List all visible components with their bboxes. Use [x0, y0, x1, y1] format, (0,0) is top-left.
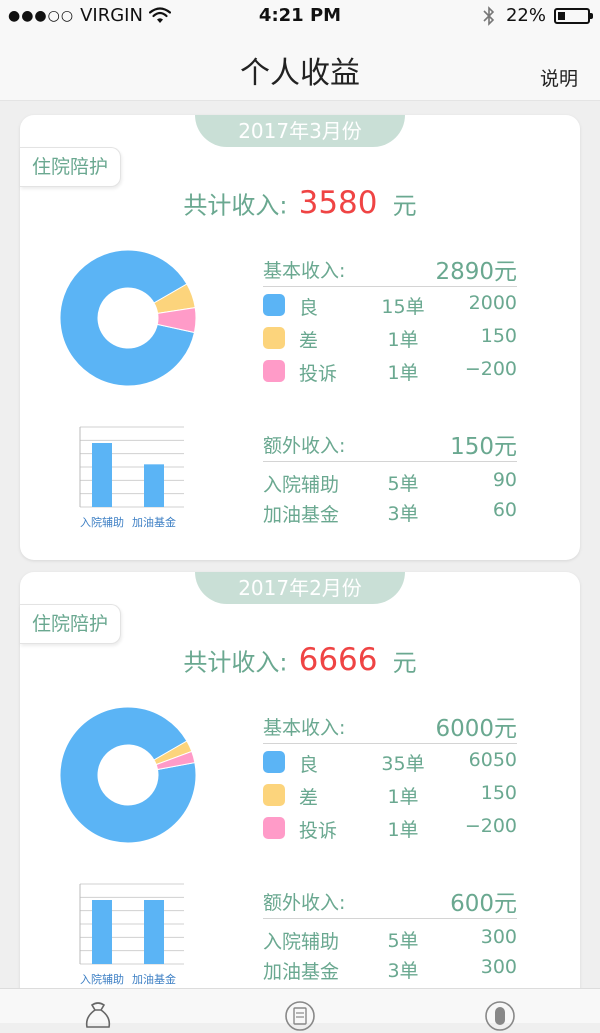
- total-income-value: 6666: [298, 642, 378, 678]
- complaint-swatch: [263, 360, 285, 382]
- extra-income-total: 150元: [450, 434, 517, 460]
- extra-income-total: 600元: [450, 891, 517, 917]
- good-swatch: [263, 751, 285, 773]
- basic-income-header: 基本收入: 6000元: [263, 707, 517, 744]
- basic-income-total: 2890元: [435, 259, 517, 285]
- income-card: 2017年2月份 住院陪护 共计收入: 6666 元 入院辅助 加油基金 基本收入…: [20, 572, 580, 1017]
- basic-income-header: 基本收入: 2890元: [263, 250, 517, 287]
- profile-icon[interactable]: [483, 999, 517, 1033]
- complaint-swatch: [263, 817, 285, 839]
- rating-row-good: 良 15单 2000: [263, 291, 517, 321]
- rating-label: 差: [299, 330, 319, 352]
- good-swatch: [263, 294, 285, 316]
- service-type-tag: 住院陪护: [20, 604, 121, 644]
- extra-income-header: 额外收入: 600元: [263, 882, 517, 919]
- bar-tick-label: 加油基金: [132, 515, 176, 529]
- order-count: 15单: [381, 296, 425, 318]
- basic-income-label: 基本收入:: [263, 260, 346, 282]
- amount: −200: [464, 815, 517, 837]
- basic-income-label: 基本收入:: [263, 717, 346, 739]
- total-income-label: 共计收入:: [183, 648, 288, 677]
- total-income-label: 共计收入:: [183, 191, 288, 220]
- clipboard-icon[interactable]: [283, 999, 317, 1033]
- amount: 60: [492, 499, 517, 521]
- total-income: 共计收入: 6666 元: [20, 642, 580, 678]
- rating-label: 投诉: [299, 363, 338, 385]
- rating-donut-chart: [60, 250, 196, 386]
- order-count: 5单: [387, 930, 419, 952]
- nav-bar: 个人收益 说明: [0, 34, 600, 101]
- order-count: 1单: [387, 362, 419, 384]
- rating-label: 差: [299, 787, 319, 809]
- amount: 2000: [468, 292, 517, 314]
- donut-slice-good: [60, 707, 196, 843]
- bar-fuel-fund: [144, 464, 164, 507]
- rating-label: 投诉: [299, 820, 338, 842]
- bottom-tab-bar: [0, 988, 600, 1031]
- order-count: 1单: [387, 819, 419, 841]
- extra-label: 入院辅助: [263, 474, 340, 496]
- amount: −200: [464, 358, 517, 380]
- rating-label: 良: [299, 754, 319, 776]
- extra-income-header: 额外收入: 150元: [263, 425, 517, 462]
- extra-row-admission: 入院辅助 5单 300: [263, 925, 517, 955]
- bad-swatch: [263, 327, 285, 349]
- battery-level: [558, 11, 565, 20]
- service-type-tag: 住院陪护: [20, 147, 121, 187]
- basic-income-total: 6000元: [435, 716, 517, 742]
- month-label: 2017年3月份: [195, 115, 405, 147]
- amount: 300: [480, 926, 517, 948]
- rating-label: 良: [299, 297, 319, 319]
- bar-tick-label: 入院辅助: [80, 972, 124, 986]
- bar-admission-assist: [92, 443, 112, 507]
- bar-admission-assist: [92, 900, 112, 964]
- total-income: 共计收入: 3580 元: [20, 185, 580, 221]
- extra-income-label: 额外收入:: [263, 892, 346, 914]
- extra-label: 入院辅助: [263, 931, 340, 953]
- order-count: 1单: [387, 329, 419, 351]
- status-right: 22%: [482, 5, 593, 26]
- bar-fuel-fund: [144, 900, 164, 964]
- amount: 6050: [468, 749, 517, 771]
- rating-row-bad: 差 1单 150: [263, 781, 517, 811]
- rating-donut-chart: [60, 707, 196, 843]
- extra-label: 加油基金: [263, 961, 340, 983]
- extra-income-label: 额外收入:: [263, 435, 346, 457]
- income-card: 2017年3月份 住院陪护 共计收入: 3580 元 入院辅助 加油基金 基本收入…: [20, 115, 580, 560]
- extra-row-fund: 加油基金 3单 300: [263, 955, 517, 985]
- money-bag-icon[interactable]: [81, 999, 115, 1033]
- amount: 300: [480, 956, 517, 978]
- total-income-value: 3580: [298, 185, 378, 221]
- bad-swatch: [263, 784, 285, 806]
- order-count: 1单: [387, 786, 419, 808]
- amount: 90: [492, 469, 517, 491]
- month-label: 2017年2月份: [195, 572, 405, 604]
- order-count: 3单: [387, 503, 419, 525]
- bar-tick-label: 入院辅助: [80, 515, 124, 529]
- page-title: 个人收益: [240, 56, 360, 91]
- extra-label: 加油基金: [263, 504, 340, 526]
- battery-percent: 22%: [505, 5, 546, 26]
- explanation-button[interactable]: 说明: [540, 64, 578, 91]
- order-count: 3单: [387, 960, 419, 982]
- battery-icon: [554, 7, 593, 24]
- rating-row-bad: 差 1单 150: [263, 324, 517, 354]
- extra-income-bar-chart: 入院辅助 加油基金: [79, 883, 184, 986]
- amount: 150: [480, 782, 517, 804]
- rating-row-complaint: 投诉 1单 −200: [263, 357, 517, 387]
- total-income-unit: 元: [392, 648, 417, 677]
- bar-tick-label: 加油基金: [132, 972, 176, 986]
- amount: 150: [480, 325, 517, 347]
- status-bar: ●●●○○ VIRGIN 4:21 PM 22%: [0, 0, 600, 34]
- extra-row-fund: 加油基金 3单 60: [263, 498, 517, 528]
- rating-row-good: 良 35单 6050: [263, 748, 517, 778]
- order-count: 5单: [387, 473, 419, 495]
- rating-row-complaint: 投诉 1单 −200: [263, 814, 517, 844]
- bluetooth-icon: [483, 5, 495, 26]
- total-income-unit: 元: [392, 191, 417, 220]
- order-count: 35单: [381, 753, 425, 775]
- extra-row-admission: 入院辅助 5单 90: [263, 468, 517, 498]
- extra-income-bar-chart: 入院辅助 加油基金: [79, 426, 184, 529]
